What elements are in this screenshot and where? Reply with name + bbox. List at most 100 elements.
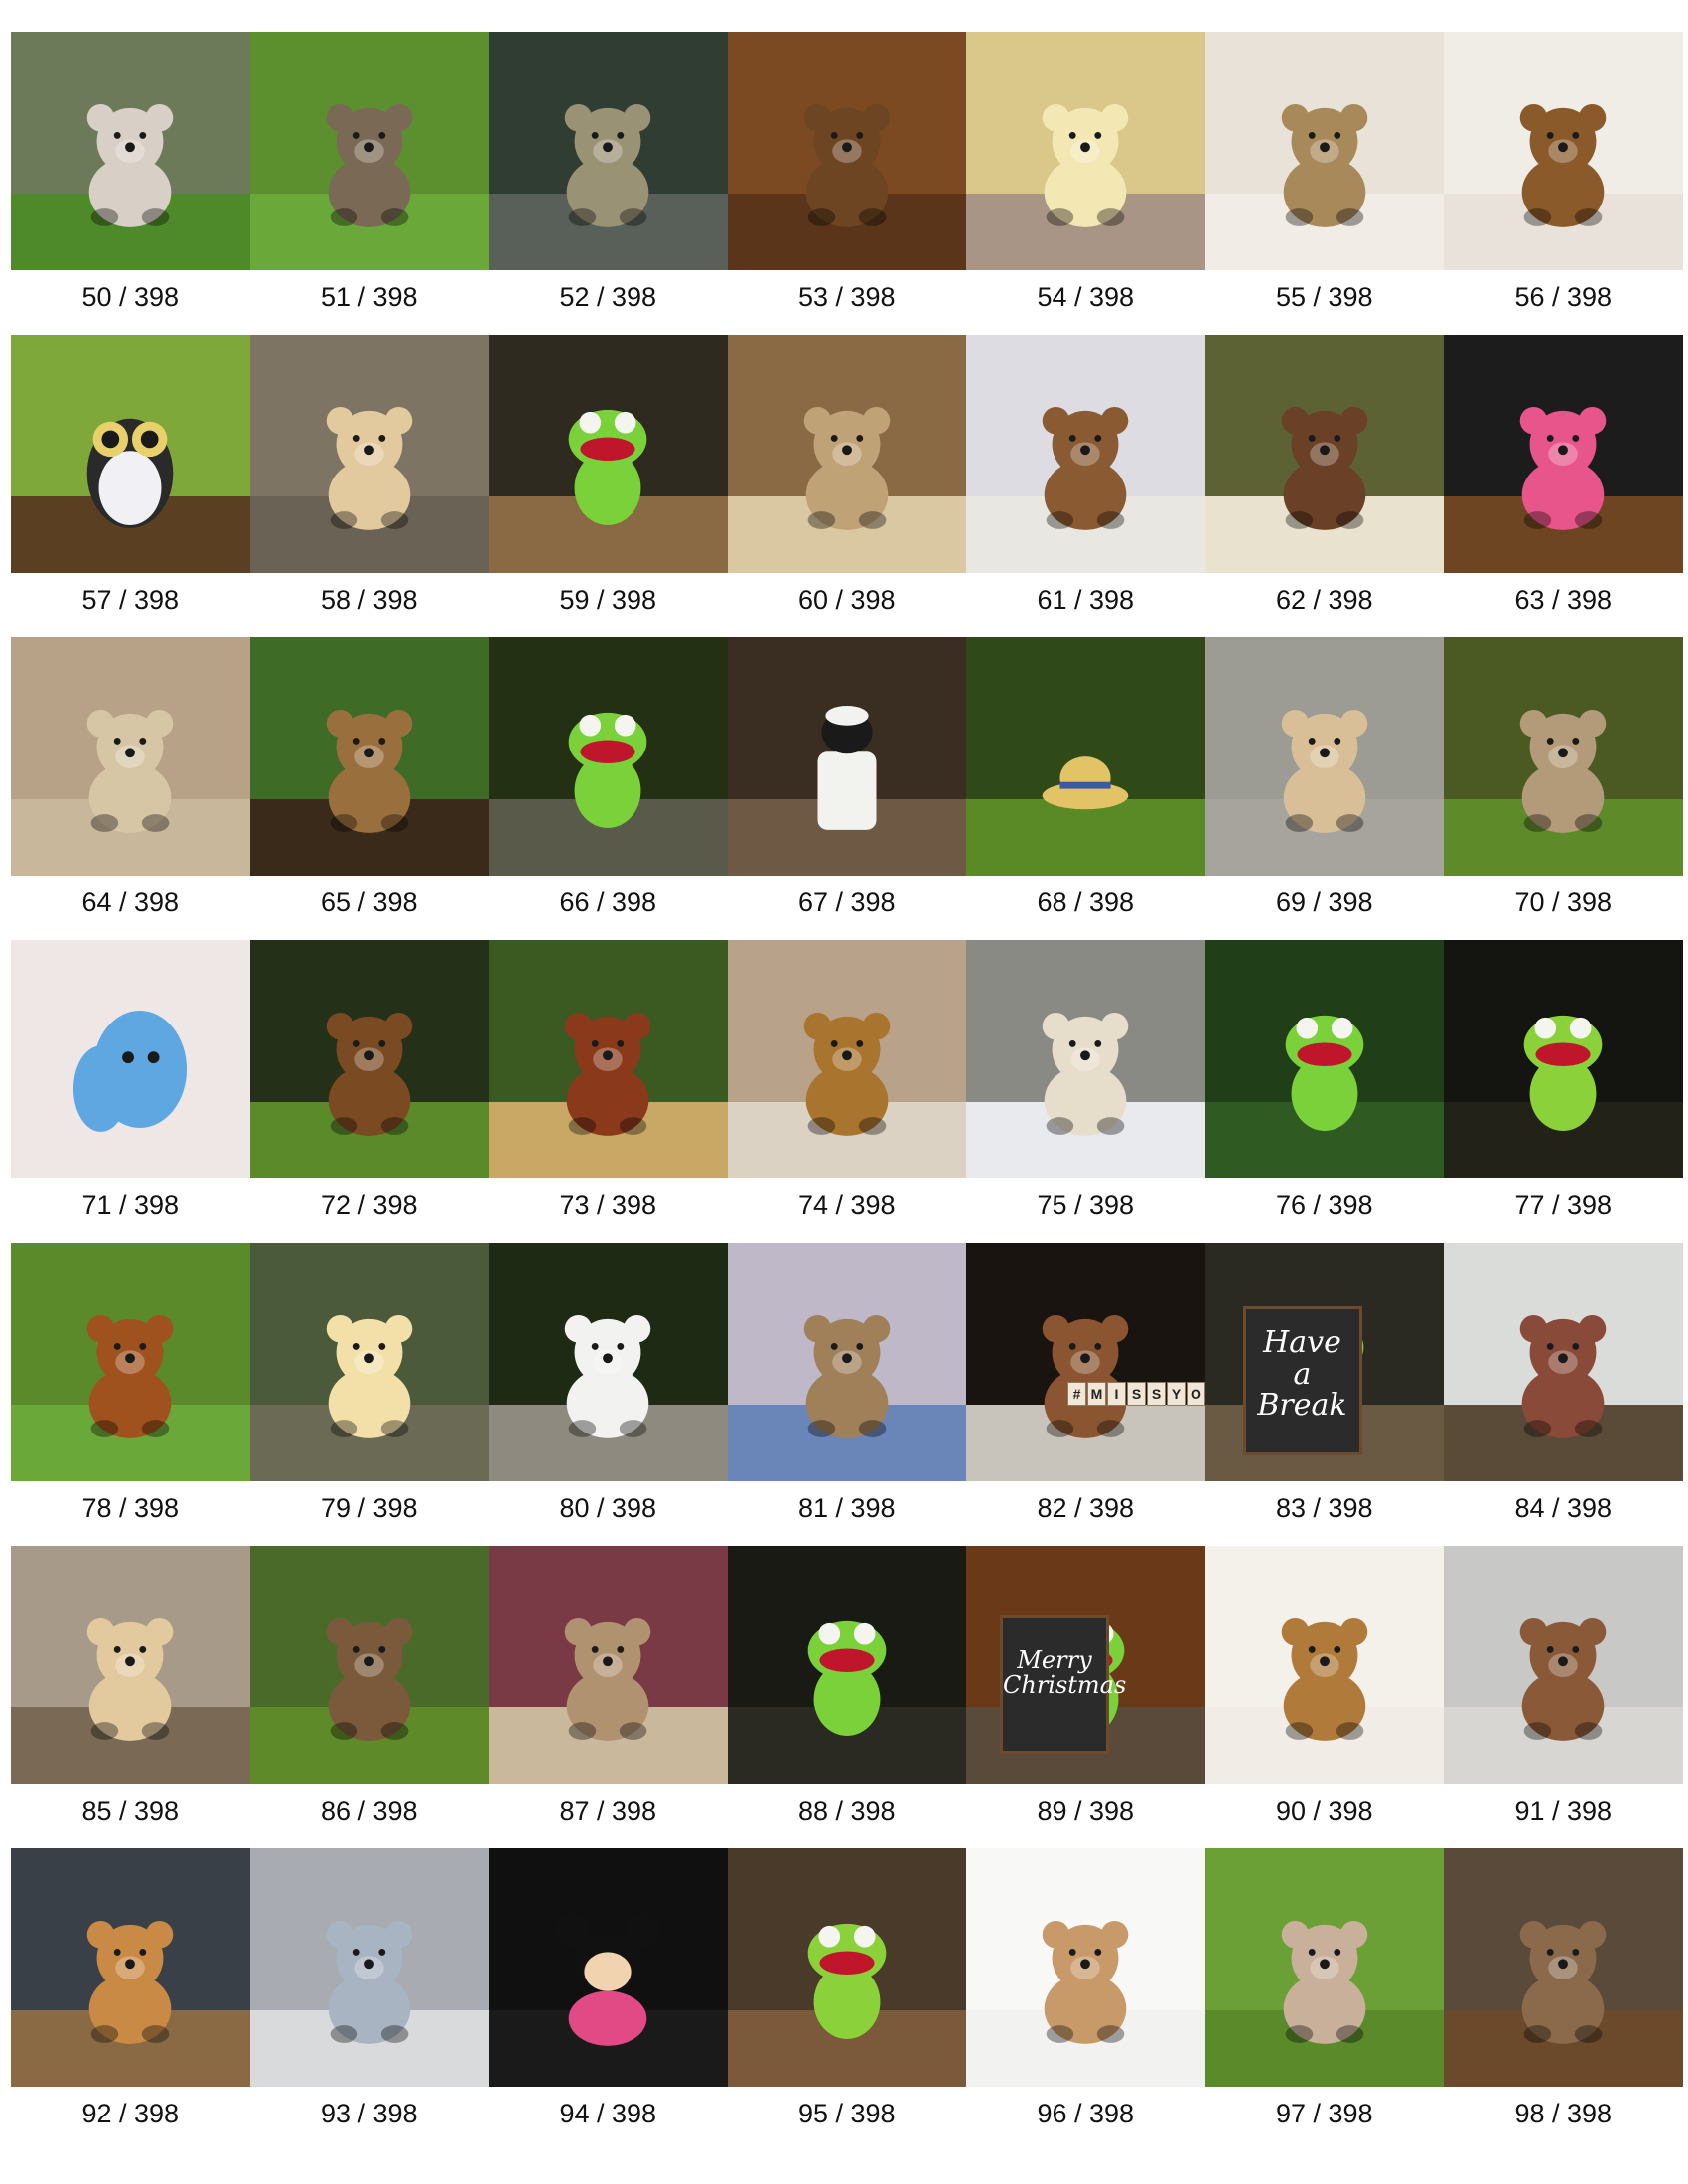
thumbnail-image[interactable] xyxy=(727,1243,966,1481)
gallery-item[interactable]: 95 / 398 xyxy=(727,1848,966,2151)
thumbnail-image[interactable] xyxy=(1444,32,1683,270)
gallery-item[interactable]: 63 / 398 xyxy=(1444,335,1683,637)
gallery-item[interactable]: 76 / 398 xyxy=(1204,940,1444,1243)
gallery-item[interactable]: 53 / 398 xyxy=(727,32,966,335)
gallery-item[interactable]: 85 / 398 xyxy=(11,1546,250,1848)
thumbnail-image[interactable] xyxy=(489,1848,728,2087)
thumbnail-image[interactable] xyxy=(249,1243,489,1481)
thumbnail-image[interactable] xyxy=(727,1848,966,2087)
thumbnail-image[interactable]: # M I S S Y O xyxy=(966,1243,1205,1481)
gallery-item[interactable]: 90 / 398 xyxy=(1204,1546,1444,1848)
thumbnail-image[interactable] xyxy=(1204,1546,1444,1784)
gallery-item[interactable]: 91 / 398 xyxy=(1444,1546,1683,1848)
thumbnail-image[interactable] xyxy=(966,32,1205,270)
gallery-item[interactable]: 60 / 398 xyxy=(727,335,966,637)
gallery-item[interactable]: 98 / 398 xyxy=(1444,1848,1683,2151)
gallery-item[interactable]: 78 / 398 xyxy=(11,1243,250,1546)
thumbnail-image[interactable] xyxy=(966,1848,1205,2087)
gallery-item[interactable]: 56 / 398 xyxy=(1444,32,1683,335)
thumbnail-image[interactable] xyxy=(11,335,250,573)
gallery-item[interactable]: 54 / 398 xyxy=(966,32,1205,335)
gallery-item[interactable]: 59 / 398 xyxy=(489,335,728,637)
thumbnail-image[interactable] xyxy=(1444,1848,1683,2087)
thumbnail-image[interactable] xyxy=(1204,940,1444,1178)
thumbnail-image[interactable] xyxy=(489,335,728,573)
gallery-item[interactable]: 96 / 398 xyxy=(966,1848,1205,2151)
thumbnail-image[interactable] xyxy=(727,335,966,573)
thumbnail-image[interactable] xyxy=(249,940,489,1178)
gallery-item[interactable]: 70 / 398 xyxy=(1444,637,1683,940)
gallery-item[interactable]: 52 / 398 xyxy=(489,32,728,335)
gallery-item[interactable]: 75 / 398 xyxy=(966,940,1205,1243)
gallery-item[interactable]: 80 / 398 xyxy=(489,1243,728,1546)
gallery-item[interactable]: 84 / 398 xyxy=(1444,1243,1683,1546)
thumbnail-image[interactable] xyxy=(11,1546,250,1784)
gallery-item[interactable]: 67 / 398 xyxy=(727,637,966,940)
thumbnail-image[interactable] xyxy=(489,32,728,270)
thumbnail-image[interactable] xyxy=(727,1546,966,1784)
gallery-item[interactable]: 87 / 398 xyxy=(489,1546,728,1848)
gallery-item[interactable]: 97 / 398 xyxy=(1204,1848,1444,2151)
gallery-item[interactable]: 77 / 398 xyxy=(1444,940,1683,1243)
gallery-item[interactable]: 93 / 398 xyxy=(249,1848,489,2151)
gallery-item[interactable]: 64 / 398 xyxy=(11,637,250,940)
thumbnail-image[interactable]: Have a Break xyxy=(1204,1243,1444,1481)
gallery-item[interactable]: 50 / 398 xyxy=(11,32,250,335)
thumbnail-image[interactable] xyxy=(249,32,489,270)
gallery-item[interactable]: 69 / 398 xyxy=(1204,637,1444,940)
thumbnail-image[interactable] xyxy=(727,32,966,270)
gallery-item[interactable]: 72 / 398 xyxy=(249,940,489,1243)
thumbnail-image[interactable] xyxy=(11,1848,250,2087)
gallery-item[interactable]: 58 / 398 xyxy=(249,335,489,637)
thumbnail-image[interactable] xyxy=(1444,940,1683,1178)
thumbnail-image[interactable] xyxy=(966,940,1205,1178)
thumbnail-image[interactable] xyxy=(249,335,489,573)
gallery-item[interactable]: Have a Break 83 / 398 xyxy=(1204,1243,1444,1546)
thumbnail-image[interactable] xyxy=(727,637,966,876)
gallery-item[interactable]: 88 / 398 xyxy=(727,1546,966,1848)
thumbnail-image[interactable] xyxy=(1444,1243,1683,1481)
thumbnail-image[interactable] xyxy=(1204,32,1444,270)
gallery-item[interactable]: 71 / 398 xyxy=(11,940,250,1243)
gallery-item[interactable]: 62 / 398 xyxy=(1204,335,1444,637)
bear-figure xyxy=(1281,406,1368,530)
thumbnail-image[interactable] xyxy=(11,32,250,270)
thumbnail-image[interactable] xyxy=(11,940,250,1178)
gallery-item[interactable]: 61 / 398 xyxy=(966,335,1205,637)
thumbnail-image[interactable] xyxy=(249,1848,489,2087)
thumbnail-image[interactable] xyxy=(489,637,728,876)
thumbnail-image[interactable] xyxy=(727,940,966,1178)
thumbnail-image[interactable] xyxy=(489,1243,728,1481)
thumbnail-image[interactable]: Merry Christmas xyxy=(966,1546,1205,1784)
gallery-item[interactable]: 51 / 398 xyxy=(249,32,489,335)
thumbnail-image[interactable] xyxy=(489,1546,728,1784)
thumbnail-image[interactable] xyxy=(966,637,1205,876)
gallery-item[interactable]: 81 / 398 xyxy=(727,1243,966,1546)
gallery-item[interactable]: 74 / 398 xyxy=(727,940,966,1243)
thumbnail-image[interactable] xyxy=(11,637,250,876)
gallery-item[interactable]: 86 / 398 xyxy=(249,1546,489,1848)
thumbnail-image[interactable] xyxy=(1444,335,1683,573)
thumbnail-image[interactable] xyxy=(1444,637,1683,876)
thumbnail-image[interactable] xyxy=(249,637,489,876)
thumbnail-image[interactable] xyxy=(1204,637,1444,876)
gallery-item[interactable]: 66 / 398 xyxy=(489,637,728,940)
thumbnail-image[interactable] xyxy=(249,1546,489,1784)
gallery-item[interactable]: 94 / 398 xyxy=(489,1848,728,2151)
gallery-item[interactable]: 65 / 398 xyxy=(249,637,489,940)
gallery-item[interactable]: 57 / 398 xyxy=(11,335,250,637)
gallery-item[interactable]: 79 / 398 xyxy=(249,1243,489,1546)
gallery-item[interactable]: Merry Christmas 89 / 398 xyxy=(966,1546,1205,1848)
gallery-item[interactable]: 68 / 398 xyxy=(966,637,1205,940)
gallery-item[interactable]: 73 / 398 xyxy=(489,940,728,1243)
thumbnail-image[interactable] xyxy=(11,1243,250,1481)
gallery-item[interactable]: 92 / 398 xyxy=(11,1848,250,2151)
thumbnail-image[interactable] xyxy=(1204,335,1444,573)
gallery-item[interactable]: # M I S S Y O 82 / 398 xyxy=(966,1243,1205,1546)
thumbnail-image[interactable] xyxy=(1204,1848,1444,2087)
thumbnail-image[interactable] xyxy=(966,335,1205,573)
gallery-item[interactable]: 55 / 398 xyxy=(1204,32,1444,335)
thumbnail-image[interactable] xyxy=(489,940,728,1178)
bear-figure xyxy=(1519,1617,1607,1741)
thumbnail-image[interactable] xyxy=(1444,1546,1683,1784)
